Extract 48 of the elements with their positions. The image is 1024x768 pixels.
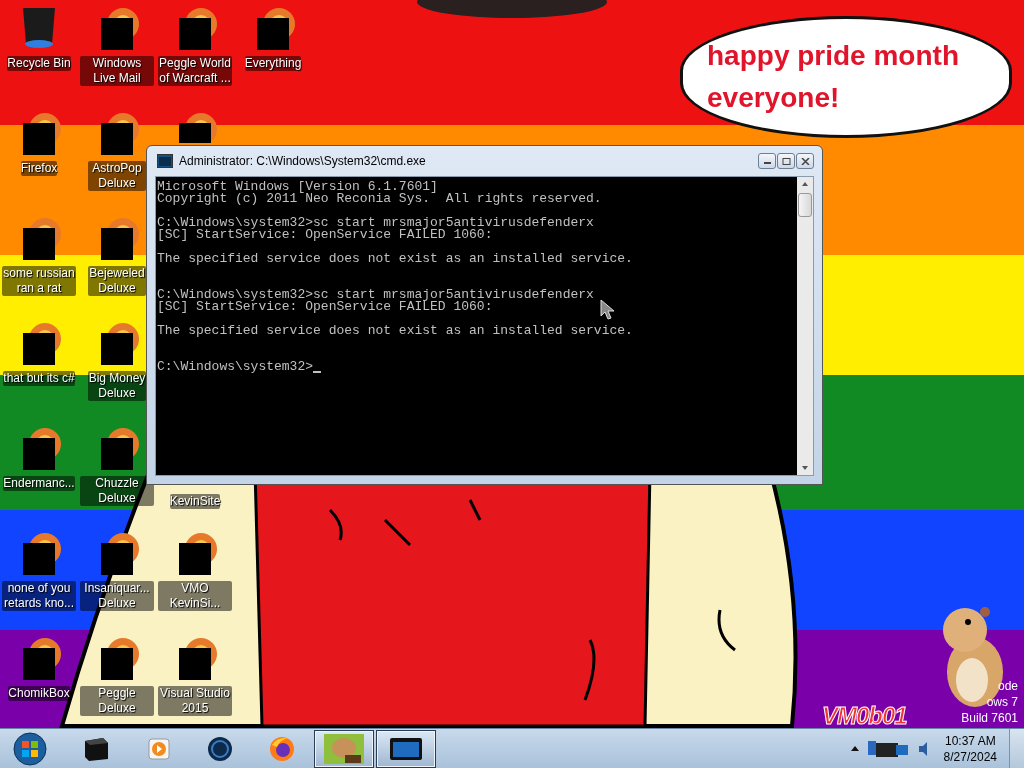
console-line: C:\Windows\system32>sc start mrsmajor5antivirusdefenderx [157, 217, 594, 229]
maximize-button[interactable] [777, 153, 795, 169]
desktop-icon-label[interactable]: AstroPop Deluxe [88, 161, 146, 191]
desktop-icon-label[interactable]: none of you retards kno... [2, 581, 76, 611]
desktop-icon-label[interactable]: Windows Live Mail [80, 56, 154, 86]
desktop-icon-label[interactable]: Visual Studio 2015 [158, 686, 232, 716]
console-line: [SC] StartService: OpenService FAILED 1060: [157, 229, 493, 241]
clock-time: 10:37 AM [944, 732, 996, 749]
desktop-icon-label[interactable]: Firefox [20, 161, 58, 176]
close-icon [800, 157, 810, 165]
desktop-icon-label[interactable]: that but its c# [3, 371, 75, 386]
vertical-scrollbar[interactable] [797, 177, 813, 475]
console-line: Copyright (c) 2011 Neo Reconia Sys. All rights reserved. [157, 193, 602, 205]
windows-orb-icon [13, 731, 47, 766]
desktop-icon-label[interactable]: VMO KevinSi... [158, 581, 232, 611]
console-line: C:\Windows\system32>sc start mrsmajor5antivirusdefenderx [157, 289, 594, 301]
desktop-icon-label[interactable]: Bejeweled Deluxe [88, 266, 146, 296]
globe-icon [205, 734, 235, 763]
scroll-thumb[interactable] [798, 193, 812, 217]
desktop-icon-label[interactable]: Everything [244, 56, 302, 71]
desktop-icon-label[interactable]: some russian ran a rat [2, 266, 76, 296]
console-line: C:\Windows\system32> [157, 361, 314, 373]
desktop-icon-label[interactable]: Chuzzle Deluxe [80, 476, 154, 506]
close-button[interactable] [796, 153, 814, 169]
maximize-icon [781, 157, 791, 165]
desktop-icon-label[interactable]: Peggle World of Warcraft ... [158, 56, 232, 86]
console-window-icon [157, 154, 173, 168]
desktop-icon-label[interactable]: KevinSite [169, 494, 221, 509]
clock[interactable]: 10:37 AM 8/27/2024 [937, 732, 1003, 765]
taskbar-app-button[interactable] [376, 729, 436, 768]
hamster-app-icon [323, 732, 365, 765]
desktop-icon-label[interactable]: ChomikBox [8, 686, 70, 701]
watermark-text: Build 7601 [961, 710, 1018, 726]
console-line: The specified service does not exist as an installed service. [157, 325, 633, 337]
taskbar-app-button[interactable] [314, 729, 374, 768]
wallpaper-signature: VM0b01 [822, 702, 907, 730]
desktop-icon-label[interactable]: Endermanc... [3, 476, 75, 491]
clock-date: 8/27/2024 [943, 748, 997, 765]
speech-bubble-text: happy pride month everyone! [707, 39, 960, 115]
console-line: The specified service does not exist as an installed service. [157, 253, 633, 265]
console-line: [SC] StartService: OpenService FAILED 1060: [157, 301, 493, 313]
console-line: Microsoft Windows [Version 6.1.7601] [157, 181, 438, 193]
minimize-button[interactable] [758, 153, 776, 169]
desktop-icon-label[interactable]: Peggle Deluxe [80, 686, 154, 716]
desktop-icon-label[interactable]: Recycle Bin [7, 56, 71, 71]
window-title: Administrator: C:\Windows\System32\cmd.exe [179, 154, 426, 168]
desktop-icon-label[interactable]: Big Money Deluxe [88, 371, 146, 401]
watermark-text: ows 7 [986, 694, 1018, 710]
